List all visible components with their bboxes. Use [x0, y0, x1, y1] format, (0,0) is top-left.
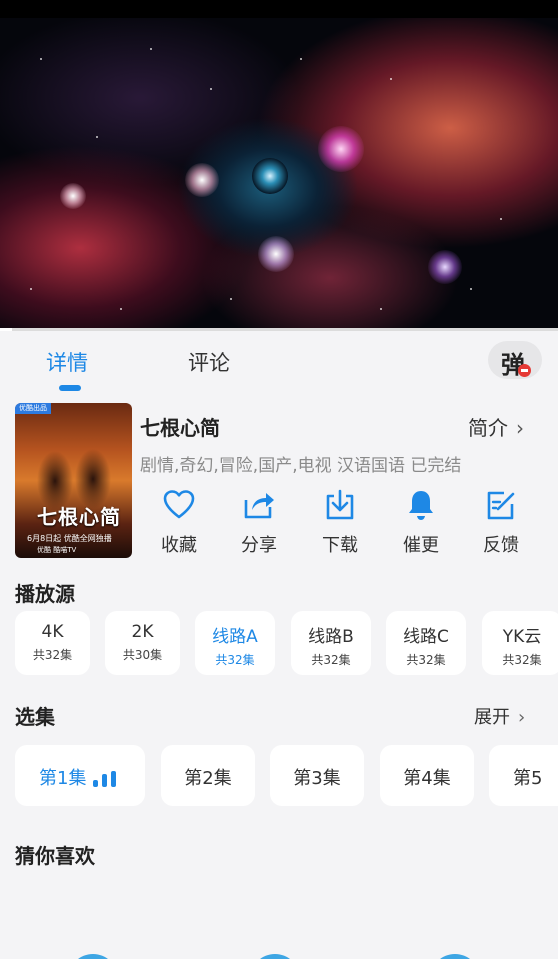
source-name: 线路C — [403, 627, 449, 647]
expand-label: 展开 — [474, 707, 510, 728]
episodes-heading: 选集 — [15, 705, 55, 729]
recommend-item[interactable] — [250, 954, 300, 959]
sources-heading: 播放源 — [15, 582, 75, 606]
chevron-right-icon: › — [518, 707, 526, 728]
feedback-label: 反馈 — [483, 535, 519, 556]
source-count: 共30集 — [122, 648, 163, 662]
heart-icon — [163, 490, 195, 519]
show-meta: 剧情,奇幻,冒险,国产,电视 汉语国语 已完结 — [140, 456, 462, 476]
nebula-glow — [185, 163, 219, 197]
poster-date: 6月8日起 优酷全网独播 — [27, 534, 112, 543]
nebula-glow — [258, 236, 294, 272]
nebula-glow — [60, 183, 86, 209]
favorite-button[interactable]: 收藏 — [149, 484, 209, 557]
poster-logos: 优酷 酷喵TV — [37, 546, 77, 554]
status-bar — [0, 0, 558, 18]
progress-thumb[interactable] — [0, 328, 12, 331]
source-name: YK云 — [502, 627, 542, 647]
nebula-glow — [318, 126, 364, 172]
expand-button[interactable]: 展开 › — [474, 703, 525, 729]
danmaku-toggle-button[interactable]: 弹 — [488, 341, 542, 379]
episode-item[interactable]: 第5 — [489, 745, 558, 806]
action-row: 收藏 分享 下载 催更 反馈 — [140, 484, 550, 560]
download-button[interactable]: 下载 — [310, 484, 370, 557]
download-icon — [326, 489, 354, 520]
recommend-item[interactable] — [430, 954, 480, 959]
source-name: 线路B — [308, 627, 354, 647]
poster-tag: 优酷出品 — [15, 403, 51, 414]
episode-item[interactable]: 第3集 — [270, 745, 364, 806]
episode-label: 第2集 — [184, 768, 232, 789]
nebula-glow — [428, 250, 462, 284]
source-count: 共32集 — [215, 653, 255, 667]
episode-label: 第4集 — [403, 768, 451, 789]
tab-indicator — [59, 385, 81, 391]
playing-indicator-icon — [93, 771, 123, 787]
poster-image[interactable]: 优酷出品 七根心简 6月8日起 优酷全网独播 优酷 酷喵TV — [15, 403, 132, 558]
intro-link[interactable]: 简介 › — [468, 412, 524, 441]
vortex-core — [252, 158, 288, 194]
recommend-heading: 猜你喜欢 — [15, 844, 95, 868]
source-count: 共32集 — [311, 653, 351, 667]
source-name: 4K — [41, 622, 64, 642]
source-name: 线路A — [212, 627, 258, 647]
source-item[interactable]: 4K 共32集 — [15, 611, 90, 675]
source-item[interactable]: YK云 共32集 — [482, 611, 558, 675]
source-item[interactable]: 线路B 共32集 — [291, 611, 371, 675]
source-name: 2K — [131, 622, 154, 642]
source-list[interactable]: 4K 共32集 2K 共30集 线路A 共32集 线路B 共32集 线路C 共3… — [15, 611, 558, 677]
video-progress-bar[interactable] — [0, 328, 558, 331]
episode-item[interactable]: 第4集 — [380, 745, 474, 806]
episode-list[interactable]: 第1集 第2集 第3集 第4集 第5 — [15, 745, 558, 807]
tab-bar: 详情 评论 弹 — [0, 333, 558, 395]
share-icon — [244, 493, 274, 519]
download-label: 下载 — [322, 535, 358, 556]
source-item-active[interactable]: 线路A 共32集 — [195, 611, 275, 675]
episode-label: 第3集 — [293, 768, 341, 789]
source-count: 共32集 — [502, 653, 542, 667]
favorite-label: 收藏 — [161, 535, 197, 556]
chevron-right-icon: › — [516, 416, 524, 440]
tab-details[interactable]: 详情 — [46, 347, 88, 377]
bell-icon — [409, 491, 433, 520]
urge-update-button[interactable]: 催更 — [391, 484, 451, 557]
intro-label: 简介 — [468, 416, 508, 440]
source-count: 共32集 — [406, 653, 446, 667]
danmaku-off-icon — [518, 364, 531, 377]
source-item[interactable]: 线路C 共32集 — [386, 611, 466, 675]
source-item[interactable]: 2K 共30集 — [105, 611, 180, 675]
share-button[interactable]: 分享 — [229, 484, 289, 557]
episode-label: 第5 — [513, 768, 543, 789]
show-title: 七根心简 — [140, 416, 220, 440]
feedback-button[interactable]: 反馈 — [471, 484, 531, 557]
episode-item[interactable]: 第2集 — [161, 745, 255, 806]
poster-title: 七根心简 — [37, 505, 121, 529]
share-label: 分享 — [241, 535, 277, 556]
video-player[interactable] — [0, 18, 558, 328]
episode-label: 第1集 — [39, 768, 87, 789]
urge-update-label: 催更 — [403, 535, 439, 556]
tab-comments[interactable]: 评论 — [188, 347, 230, 377]
episode-item-active[interactable]: 第1集 — [15, 745, 145, 806]
source-count: 共32集 — [32, 648, 73, 662]
edit-icon — [487, 491, 515, 520]
recommend-item[interactable] — [68, 954, 118, 959]
